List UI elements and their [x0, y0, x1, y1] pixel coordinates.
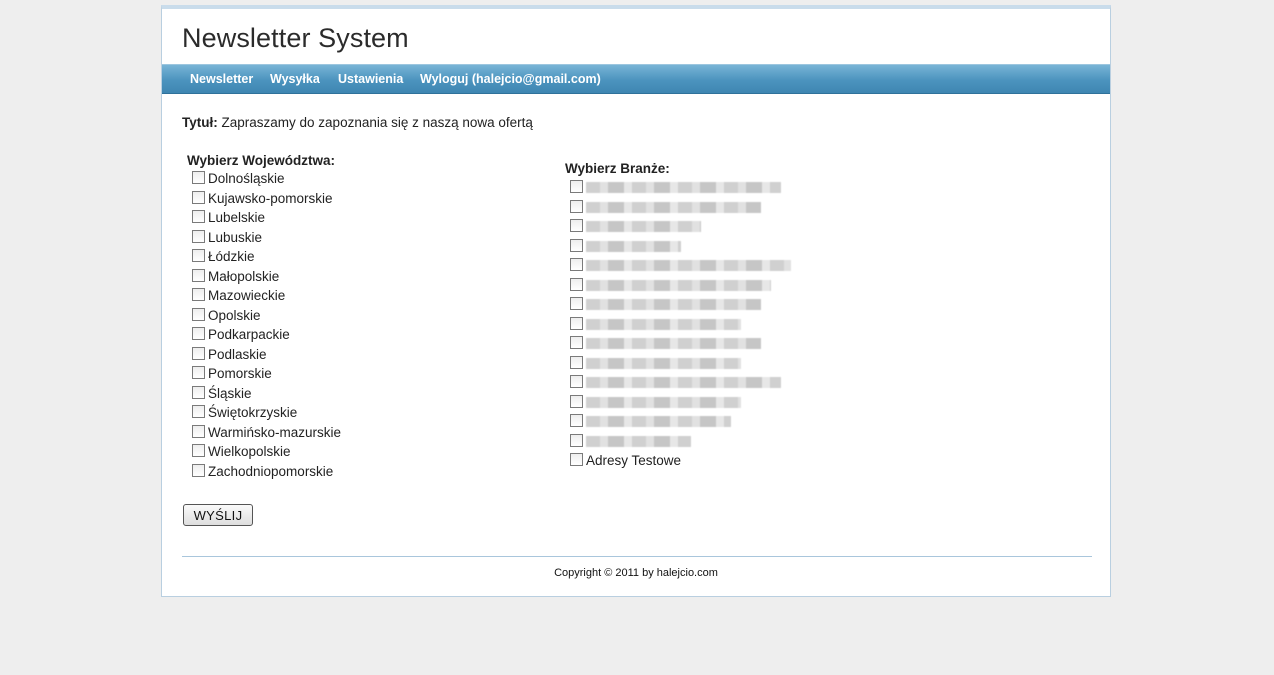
industry-checkbox[interactable]: [570, 453, 583, 466]
voivodeship-checkbox[interactable]: [192, 385, 205, 399]
voivodeship-checkbox[interactable]: [192, 210, 205, 223]
redacted-label: [586, 396, 741, 408]
voivodeship-label: Kujawsko-pomorskie: [208, 190, 333, 206]
industries-heading: Wybierz Branże:: [565, 161, 670, 176]
industry-checkbox[interactable]: [570, 277, 583, 291]
industry-checkbox[interactable]: [570, 433, 583, 447]
industry-checkbox[interactable]: [570, 238, 583, 252]
voivodeship-checkbox[interactable]: [192, 366, 205, 379]
industry-checkbox[interactable]: [570, 219, 583, 232]
industry-checkbox[interactable]: [570, 258, 583, 271]
footer-copyright: Copyright © 2011 by halejcio.com: [554, 567, 718, 579]
nav-logout[interactable]: Wyloguj (halejcio@gmail.com): [420, 72, 601, 86]
industry-checkbox[interactable]: [570, 199, 583, 213]
voivodeship-checkbox[interactable]: [192, 405, 205, 418]
industry-checkbox[interactable]: [570, 297, 583, 310]
redacted-label: [586, 240, 681, 252]
redacted-label: [586, 182, 781, 193]
industry-checkbox[interactable]: [570, 316, 583, 330]
voivodeship-checkbox[interactable]: [192, 346, 205, 360]
voivodeship-checkbox[interactable]: [192, 463, 205, 477]
redacted-label: [586, 416, 731, 427]
industry-checkbox[interactable]: [570, 355, 583, 369]
nav-ustawienia[interactable]: Ustawienia: [338, 72, 403, 86]
message-title: Tytuł: Zapraszamy do zapoznania się z na…: [182, 115, 533, 130]
redacted-label: [586, 357, 741, 369]
page-title: Newsletter System: [182, 23, 409, 53]
industry-checkbox[interactable]: [570, 394, 583, 408]
industry-checkbox[interactable]: [570, 336, 583, 349]
voivodeship-checkbox[interactable]: [192, 424, 205, 438]
voivodeship-checkbox[interactable]: [192, 268, 205, 282]
voivodeship-label: Podkarpackie: [208, 327, 290, 342]
industry-checkbox[interactable]: [570, 180, 583, 193]
industry-label: Adresy Testowe: [586, 453, 682, 468]
voivodeship-label: Łódzkie: [208, 249, 255, 264]
redacted-label: [586, 377, 781, 388]
voivodeship-label: Pomorskie: [208, 366, 272, 381]
page-container: Newsletter System Newsletter Wysyłka Ust…: [161, 5, 1111, 597]
voivodeship-checkbox[interactable]: [192, 171, 205, 184]
voivodeships-heading: Wybierz Województwa:: [187, 153, 336, 168]
redacted-label: [586, 221, 701, 232]
redacted-label: [586, 201, 761, 213]
voivodeship-checkbox[interactable]: [192, 229, 205, 243]
voivodeship-checkbox[interactable]: [192, 327, 205, 340]
voivodeship-checkbox[interactable]: [192, 444, 205, 457]
redacted-label: [586, 338, 761, 349]
voivodeship-label: Mazowieckie: [208, 288, 286, 303]
voivodeship-checkbox[interactable]: [192, 307, 205, 321]
redacted-label: [586, 279, 771, 291]
voivodeship-label: Podlaskie: [208, 346, 267, 362]
industry-checkbox[interactable]: [570, 414, 583, 427]
voivodeship-label: Świętokrzyskie: [208, 405, 298, 420]
redacted-label: [586, 318, 741, 330]
voivodeship-label: Dolnośląskie: [208, 171, 285, 186]
main-navigation: Newsletter Wysyłka Ustawienia Wyloguj (h…: [162, 64, 1110, 94]
voivodeship-label: Śląskie: [208, 385, 252, 401]
message-title-label: Tytuł:: [182, 115, 218, 130]
voivodeship-label: Wielkopolskie: [208, 444, 291, 459]
voivodeship-label: Warmińsko-mazurskie: [208, 424, 342, 440]
voivodeship-label: Małopolskie: [208, 268, 280, 284]
voivodeship-label: Opolskie: [208, 307, 261, 323]
voivodeship-checkbox[interactable]: [192, 249, 205, 262]
footer-divider: [182, 556, 1092, 557]
voivodeship-label: Lubuskie: [208, 229, 263, 245]
send-button[interactable]: WYŚLIJ: [183, 504, 253, 526]
redacted-label: [586, 299, 761, 310]
message-title-value: Zapraszamy do zapoznania się z naszą now…: [221, 115, 533, 130]
nav-newsletter[interactable]: Newsletter: [190, 72, 253, 86]
nav-wysylka[interactable]: Wysyłka: [270, 72, 320, 86]
voivodeship-label: Lubelskie: [208, 210, 266, 225]
voivodeship-label: Zachodniopomorskie: [208, 463, 334, 479]
industry-checkbox[interactable]: [570, 375, 583, 388]
redacted-label: [586, 435, 691, 447]
voivodeship-checkbox[interactable]: [192, 288, 205, 301]
redacted-label: [586, 260, 791, 271]
voivodeship-checkbox[interactable]: [192, 190, 205, 204]
